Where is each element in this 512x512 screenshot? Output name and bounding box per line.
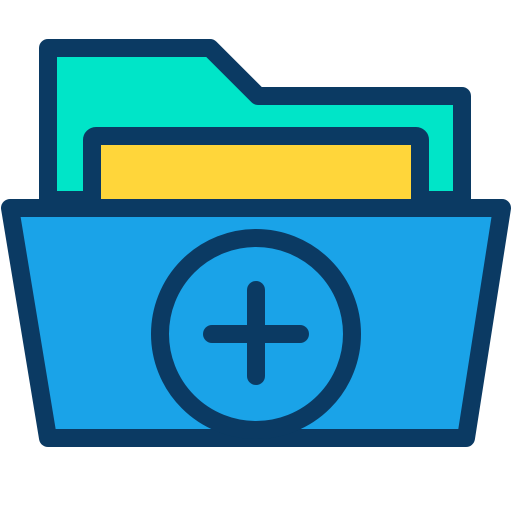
add-folder-svg [1,39,511,447]
add-folder-icon [0,0,512,512]
